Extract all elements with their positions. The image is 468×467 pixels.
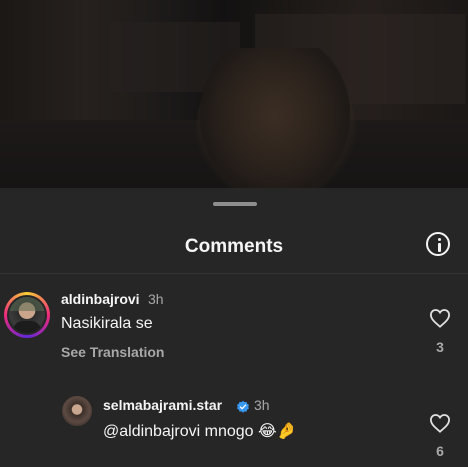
heart-outline-icon[interactable] [429, 308, 451, 328]
sheet-title: Comments [184, 236, 284, 257]
comment-text: Nasikirala se [61, 315, 153, 332]
avatar[interactable] [4, 292, 50, 338]
info-icon[interactable] [426, 232, 450, 256]
comment-username[interactable]: aldinbajrovi [61, 291, 140, 307]
avatar[interactable] [62, 396, 92, 426]
reply-timestamp: 3h [254, 397, 270, 413]
reply-username[interactable]: selmabajrami.star [103, 397, 222, 413]
heart-outline-icon[interactable] [429, 413, 451, 433]
comment-timestamp: 3h [148, 291, 164, 307]
see-translation-link[interactable]: See Translation [61, 344, 164, 360]
video-background [0, 0, 468, 188]
comments-sheet: Comments aldinbajrovi 3h Nasikirala se S… [0, 188, 468, 467]
reply-text: @aldinbajrovi mnogo 😂🤌 [103, 423, 297, 440]
sheet-drag-handle[interactable] [213, 202, 257, 206]
like-count: 3 [436, 339, 444, 355]
video-dim-overlay [0, 0, 468, 188]
verified-badge-icon [237, 400, 249, 413]
like-count: 6 [436, 443, 444, 459]
header-divider [0, 273, 468, 274]
